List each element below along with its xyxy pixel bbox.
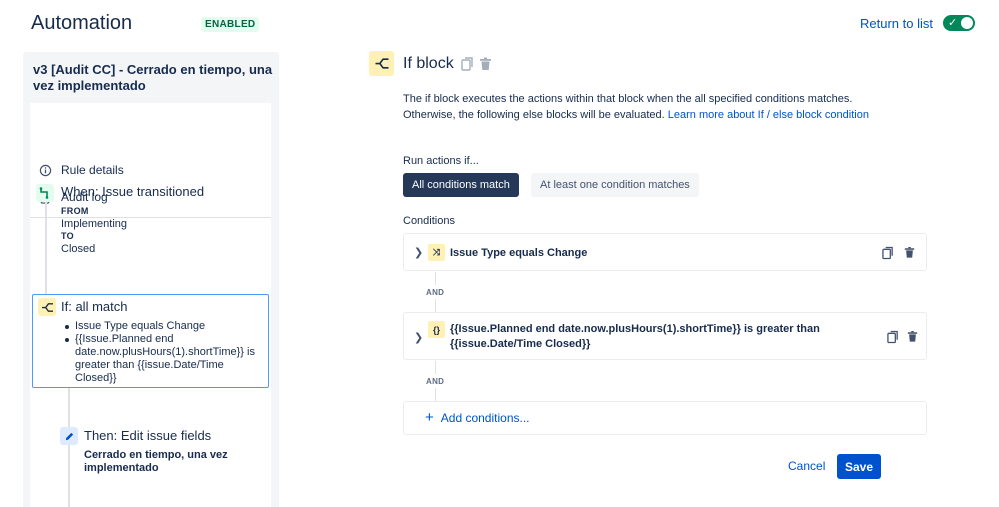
to-label: TO (61, 231, 74, 241)
from-label: FROM (61, 206, 89, 216)
copy-icon[interactable] (882, 246, 896, 260)
condition-card[interactable]: ❯ ⤨ Issue Type equals Change (403, 233, 927, 271)
check-icon: ✓ (948, 17, 958, 29)
rule-enabled-toggle[interactable]: ✓ (943, 15, 975, 31)
chevron-right-icon[interactable]: ❯ (414, 246, 423, 259)
list-item: {{Issue.Planned end date.now.plusHours(1… (63, 333, 263, 385)
branch-icon (369, 51, 394, 76)
info-icon (38, 163, 52, 177)
save-button[interactable]: Save (837, 454, 881, 479)
rule-name: v3 [Audit CC] - Cerrado en tiempo, una v… (33, 62, 273, 93)
conditions-label: Conditions (403, 215, 455, 227)
option-all-conditions[interactable]: All conditions match (403, 173, 519, 197)
condition-card[interactable]: ❯ {} {{Issue.Planned end date.now.plusHo… (403, 312, 927, 360)
flow-line (68, 388, 70, 507)
connector-line (435, 299, 436, 312)
connector-line (435, 361, 436, 374)
chevron-right-icon[interactable]: ❯ (414, 331, 423, 344)
add-conditions-button[interactable]: + Add conditions... (425, 409, 530, 426)
block-description: The if block executes the actions within… (403, 91, 903, 123)
to-value: Closed (61, 243, 96, 255)
if-condition-list: Issue Type equals Change {{Issue.Planned… (63, 320, 263, 385)
trash-icon[interactable] (479, 57, 493, 71)
connector-line (435, 388, 436, 401)
and-label: AND (426, 377, 445, 386)
toggle-knob (961, 17, 973, 29)
connector-line (435, 272, 436, 285)
if-block-step[interactable]: If: all match Issue Type equals Change {… (32, 294, 269, 388)
trigger-step-title[interactable]: When: Issue transitioned (61, 184, 204, 199)
sidebar-item-rule-details[interactable]: Rule details (38, 160, 124, 180)
copy-icon[interactable] (461, 57, 475, 71)
list-item: Issue Type equals Change (63, 320, 263, 333)
then-step-title[interactable]: Then: Edit issue fields (84, 428, 211, 443)
copy-icon[interactable] (887, 330, 901, 344)
from-value: Implementing (61, 218, 128, 230)
return-to-list-link[interactable]: Return to list (860, 16, 933, 31)
status-badge: ENABLED (201, 17, 260, 32)
then-step-detail: Cerrado en tiempo, una vez implementado (84, 449, 228, 474)
condition-text: Issue Type equals Change (450, 247, 588, 259)
pencil-icon (60, 427, 78, 445)
if-step-title: If: all match (61, 299, 128, 314)
trash-icon[interactable] (907, 330, 921, 344)
cancel-button[interactable]: Cancel (788, 459, 825, 473)
shuffle-icon: ⤨ (428, 244, 445, 261)
add-conditions-label: Add conditions... (440, 411, 530, 425)
sidebar-item-label: Rule details (61, 163, 124, 177)
condition-text: {{Issue.Planned end date.now.plusHours(1… (450, 323, 820, 350)
transition-icon (36, 184, 54, 202)
page-title: Automation (31, 12, 133, 34)
braces-icon: {} (428, 321, 445, 338)
option-any-condition[interactable]: At least one condition matches (531, 173, 699, 197)
branch-icon (38, 298, 56, 316)
trash-icon[interactable] (904, 246, 918, 260)
plus-icon: + (425, 409, 434, 426)
flow-line (45, 202, 47, 296)
run-actions-label: Run actions if... (403, 155, 479, 167)
block-title: If block (403, 55, 454, 72)
and-label: AND (426, 288, 445, 297)
learn-more-link[interactable]: Learn more about If / else block conditi… (668, 109, 869, 121)
